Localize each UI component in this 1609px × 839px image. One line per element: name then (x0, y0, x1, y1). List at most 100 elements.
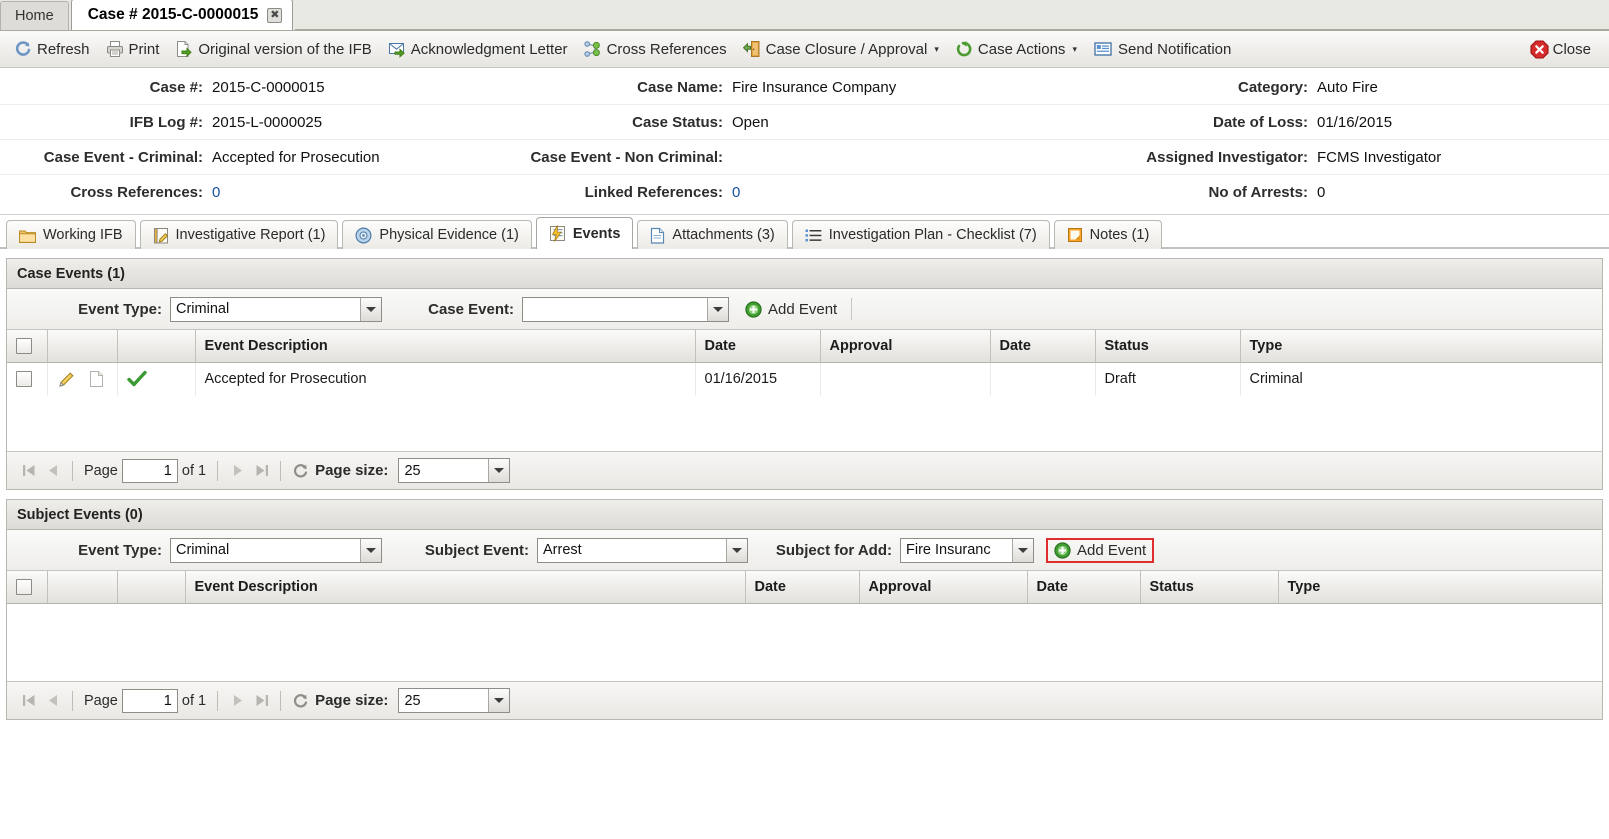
refresh-pager-icon[interactable] (288, 459, 312, 483)
tab-events[interactable]: Events (535, 217, 634, 249)
add-circle-icon (1054, 541, 1071, 559)
prev-page-icon[interactable] (41, 689, 65, 713)
case-events-grid: Event Description Date Approval Date Sta… (7, 330, 1602, 451)
close-label: Close (1552, 40, 1591, 58)
tab-investigative-report[interactable]: Investigative Report (1) (139, 220, 339, 249)
chevron-down-icon[interactable] (707, 297, 728, 321)
last-page-icon[interactable] (249, 459, 273, 483)
category-label: Category: (1237, 78, 1308, 96)
subject-events-event-type-label: Event Type: (78, 541, 162, 559)
type-header[interactable]: Type (1240, 330, 1602, 363)
approval-date-header[interactable]: Date (1027, 571, 1141, 604)
date-header[interactable]: Date (695, 330, 821, 363)
acknowledgment-letter-button[interactable]: Acknowledgment Letter (380, 36, 576, 62)
category-value: Auto Fire (1317, 78, 1378, 96)
approval-header[interactable]: Approval (820, 330, 991, 363)
linked-references-field: Linked References: 0 (522, 184, 1047, 201)
assigned-investigator-label: Assigned Investigator: (1146, 148, 1308, 166)
edit-pencil-icon[interactable] (57, 370, 76, 389)
case-events-page-input[interactable] (121, 458, 178, 483)
original-version-ifb-button[interactable]: Original version of the IFB (167, 36, 379, 62)
date-of-loss-value: 01/16/2015 (1317, 113, 1393, 131)
tab-working-ifb[interactable]: Working IFB (6, 220, 136, 249)
refresh-button[interactable]: Refresh (6, 36, 98, 62)
main-toolbar: Refresh Print Original version of the IF… (0, 31, 1609, 68)
page-icon[interactable] (89, 370, 104, 388)
approval-date-header[interactable]: Date (990, 330, 1096, 363)
tab-physical-evidence[interactable]: Physical Evidence (1) (342, 220, 532, 249)
subject-events-subject-event-select[interactable]: Arrest (537, 537, 748, 563)
pager-separator (72, 460, 73, 481)
folder-icon (19, 228, 36, 243)
chevron-down-icon[interactable] (1012, 538, 1033, 562)
window-tab-home[interactable]: Home (0, 1, 69, 30)
row-type: Criminal (1249, 371, 1303, 388)
chevron-down-icon[interactable] (360, 297, 381, 321)
linked-references-value[interactable]: 0 (732, 184, 1047, 201)
cross-references-value[interactable]: 0 (212, 184, 522, 201)
case-events-case-event-select[interactable] (522, 296, 729, 322)
row-approval (820, 362, 991, 396)
print-button[interactable]: Print (98, 36, 168, 62)
case-events-add-event-button[interactable]: Add Event (737, 297, 845, 322)
subject-events-event-type-select[interactable]: Criminal (170, 537, 382, 563)
status-header[interactable]: Status (1140, 571, 1279, 604)
pager-separator (217, 690, 219, 711)
subject-events-subject-event-value: Arrest (543, 542, 582, 558)
subject-events-panel: Subject Events (0) Event Type: Criminal … (6, 499, 1603, 720)
printer-icon (106, 40, 124, 58)
subject-for-add-select[interactable]: Fire Insuranc (900, 537, 1034, 563)
prev-page-icon[interactable] (41, 459, 65, 483)
status-header[interactable]: Status (1095, 330, 1241, 363)
last-page-icon[interactable] (249, 689, 273, 713)
case-events-event-type-select[interactable]: Criminal (170, 296, 382, 322)
tab-notes[interactable]: Notes (1) (1053, 220, 1163, 249)
close-button[interactable]: Close (1522, 36, 1599, 62)
subject-events-add-event-button[interactable]: Add Event (1046, 537, 1155, 563)
case-event-criminal-label: Case Event - Criminal: (43, 148, 203, 166)
tab-investigation-plan-checklist[interactable]: Investigation Plan - Checklist (7) (791, 220, 1050, 249)
case-events-grid-empty-space (7, 396, 1602, 451)
event-description-header[interactable]: Event Description (195, 330, 696, 363)
chevron-down-icon[interactable] (488, 689, 510, 712)
case-closure-approval-button[interactable]: Case Closure / Approval ▾ (735, 36, 947, 62)
next-page-icon[interactable] (225, 459, 249, 483)
subject-events-page-input[interactable] (121, 688, 178, 713)
approval-header[interactable]: Approval (859, 571, 1028, 604)
subject-events-event-type-value: Criminal (176, 542, 230, 558)
date-header[interactable]: Date (745, 571, 860, 604)
event-description-header[interactable]: Event Description (185, 571, 746, 604)
first-page-icon[interactable] (17, 689, 41, 713)
date-of-loss-field: Date of Loss: 01/16/2015 (1047, 114, 1597, 131)
chevron-down-icon[interactable] (488, 459, 510, 482)
row-checkbox[interactable] (16, 371, 32, 388)
case-actions-button[interactable]: Case Actions ▾ (947, 36, 1085, 62)
subject-events-header: Subject Events (0) (7, 500, 1602, 530)
select-all-checkbox[interactable] (16, 337, 32, 354)
chevron-down-icon[interactable] (360, 538, 381, 562)
close-icon[interactable]: ✖ (267, 7, 283, 23)
first-page-icon[interactable] (17, 459, 41, 483)
case-events-page-size-select[interactable]: 25 (398, 458, 511, 483)
refresh-pager-icon[interactable] (288, 689, 312, 713)
cross-references-button[interactable]: Cross References (576, 36, 735, 62)
tab-investigative-report-label: Investigative Report (1) (175, 227, 326, 243)
green-check-icon (126, 370, 147, 388)
case-event-non-criminal-field: Case Event - Non Criminal: (522, 149, 1047, 166)
select-all-checkbox[interactable] (16, 578, 32, 595)
send-notification-label: Send Notification (1117, 40, 1232, 58)
send-notification-button[interactable]: Send Notification (1085, 36, 1239, 62)
status-icon-column-header (117, 571, 186, 604)
case-events-page-of-label: of 1 (181, 462, 207, 479)
window-tab-case[interactable]: Case # 2015-C-0000015 ✖ (70, 0, 294, 30)
type-header[interactable]: Type (1278, 571, 1602, 604)
table-row[interactable]: Accepted for Prosecution 01/16/2015 Draf… (7, 362, 1602, 396)
subject-events-page-size-select[interactable]: 25 (398, 688, 511, 713)
subject-events-header-row: Event Description Date Approval Date Sta… (7, 571, 1602, 604)
chevron-down-icon[interactable] (726, 538, 747, 562)
next-page-icon[interactable] (225, 689, 249, 713)
case-events-page-label: Page (84, 462, 118, 479)
window-tab-case-label: Case # 2015-C-0000015 (87, 6, 259, 23)
case-name-label: Case Name: (637, 78, 723, 96)
tab-attachments[interactable]: Attachments (3) (637, 220, 788, 249)
